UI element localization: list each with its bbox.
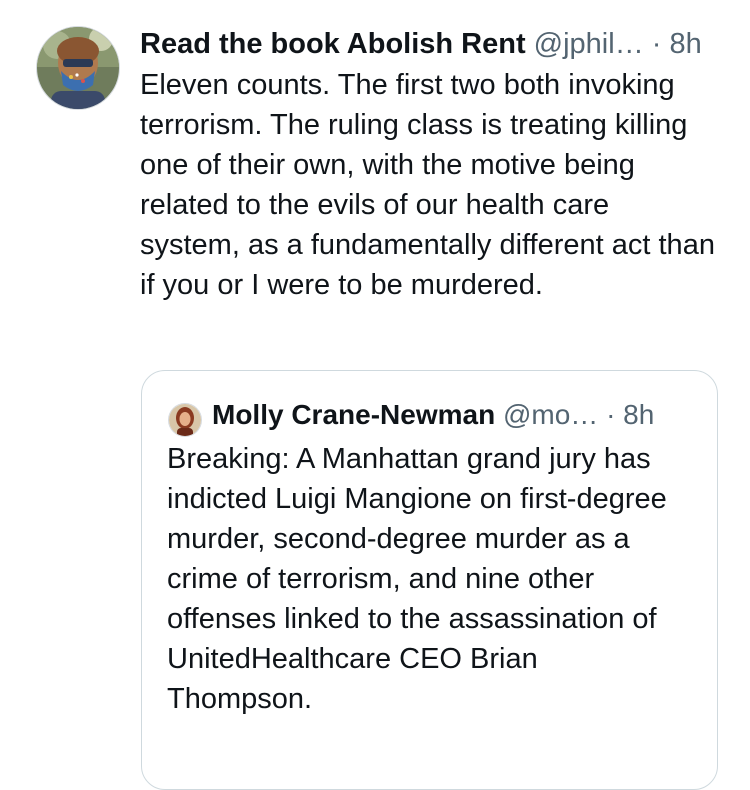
quoted-separator-dot: ·	[606, 399, 616, 430]
quoted-avatar-photo	[169, 404, 201, 436]
quoted-avatar[interactable]	[168, 403, 202, 437]
post-header: Read the book Abolish Rent @jphil… · 8h	[140, 24, 730, 64]
timestamp[interactable]: 8h	[670, 28, 702, 60]
post-text: Eleven counts. The first two both invoki…	[140, 69, 715, 301]
avatar-photo	[37, 27, 119, 109]
author-name[interactable]: Read the book Abolish Rent	[140, 28, 526, 60]
quoted-author-handle[interactable]: @mo…	[503, 399, 598, 430]
author-handle[interactable]: @jphil…	[534, 28, 644, 60]
quoted-post-header: Molly Crane-Newman @mo… · 8h	[212, 396, 654, 434]
quoted-post[interactable]: Molly Crane-Newman @mo… · 8h Breaking: A…	[141, 370, 718, 790]
post[interactable]: Read the book Abolish Rent @jphil… · 8h …	[0, 0, 750, 790]
quoted-author-name[interactable]: Molly Crane-Newman	[212, 399, 495, 430]
quoted-timestamp[interactable]: 8h	[623, 399, 654, 430]
separator-dot: ·	[651, 28, 662, 60]
quoted-post-text: Breaking: A Manhattan grand jury has ind…	[167, 443, 667, 715]
avatar[interactable]	[36, 26, 120, 110]
